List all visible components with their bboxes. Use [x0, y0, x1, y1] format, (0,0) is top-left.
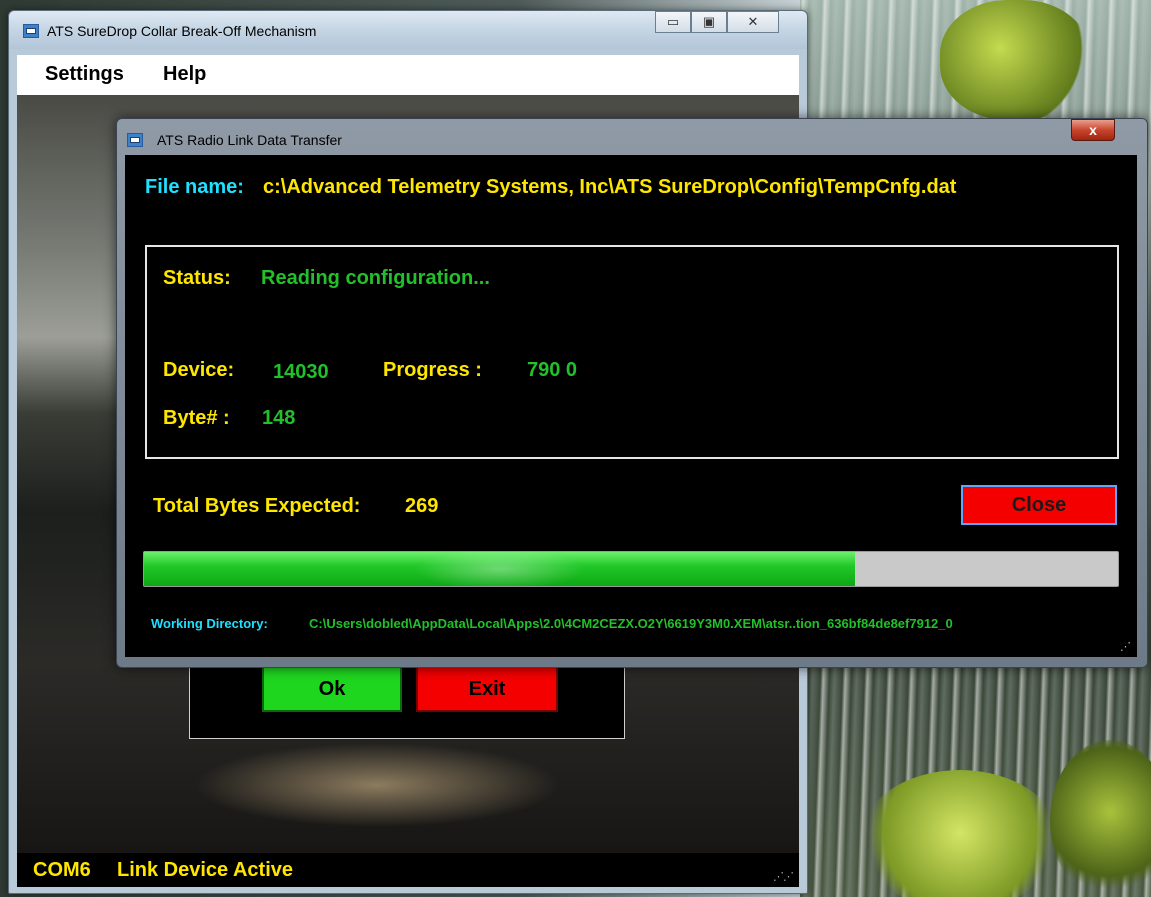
- resize-grip-icon[interactable]: ⋰⋰: [773, 870, 794, 883]
- transfer-dialog-title: ATS Radio Link Data Transfer: [157, 132, 342, 148]
- com-port-status: COM6: [33, 859, 91, 881]
- file-name-label: File name:: [145, 176, 244, 198]
- menu-settings[interactable]: Settings: [45, 63, 124, 86]
- status-bar: COM6 Link Device Active ⋰⋰: [17, 853, 799, 887]
- close-button[interactable]: Close: [961, 485, 1117, 525]
- link-status: Link Device Active: [117, 859, 294, 881]
- total-bytes-value: 269: [405, 495, 439, 517]
- close-icon[interactable]: ✕: [727, 11, 779, 33]
- progress-bar-fill: [144, 552, 856, 586]
- progress-label: Progress :: [383, 359, 482, 381]
- app-icon: [23, 24, 39, 38]
- device-value: 14030: [273, 361, 329, 383]
- ok-button[interactable]: Ok: [262, 666, 402, 712]
- menu-bar: Settings Help: [17, 55, 799, 95]
- confirm-panel: Ok Exit: [189, 661, 625, 739]
- byte-value: 148: [262, 407, 296, 429]
- progress-bar: [143, 551, 1119, 587]
- transfer-dialog-body: File name: c:\Advanced Telemetry Systems…: [125, 155, 1137, 657]
- file-name-value: c:\Advanced Telemetry Systems, Inc\ATS S…: [263, 176, 957, 198]
- progress-value: 790 0: [527, 359, 578, 381]
- transfer-dialog: ATS Radio Link Data Transfer x File name…: [116, 118, 1148, 668]
- moss-rock: [940, 0, 1090, 120]
- moss-rock: [860, 770, 1060, 897]
- exit-button[interactable]: Exit: [416, 666, 558, 712]
- main-window-title: ATS SureDrop Collar Break-Off Mechanism: [47, 23, 317, 39]
- status-value: Reading configuration...: [261, 267, 490, 289]
- menu-help[interactable]: Help: [163, 63, 206, 86]
- working-directory-value: C:\Users\dobled\AppData\Local\Apps\2.0\4…: [309, 616, 953, 631]
- dialog-close-icon[interactable]: x: [1071, 119, 1115, 141]
- working-directory-label: Working Directory:: [151, 616, 268, 631]
- status-panel: Status: Reading configuration... Device:…: [145, 245, 1119, 459]
- status-label: Status:: [163, 267, 231, 289]
- main-titlebar[interactable]: ATS SureDrop Collar Break-Off Mechanism …: [9, 11, 807, 49]
- maximize-icon[interactable]: ▣: [691, 11, 727, 33]
- byte-label: Byte# :: [163, 407, 230, 429]
- app-icon: [127, 133, 143, 147]
- total-bytes-label: Total Bytes Expected:: [153, 495, 361, 517]
- minimize-icon[interactable]: ▭: [655, 11, 691, 33]
- device-label: Device:: [163, 359, 235, 381]
- resize-grip-icon[interactable]: ⋰: [1120, 640, 1131, 653]
